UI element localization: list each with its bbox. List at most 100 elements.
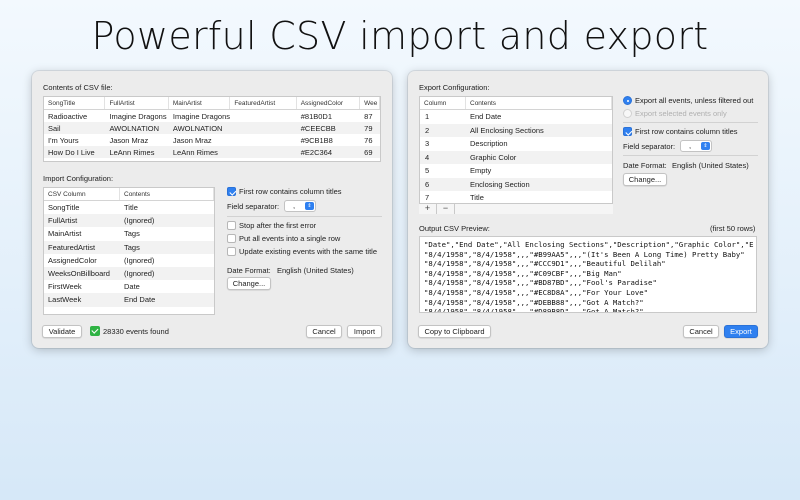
csv-preview-box[interactable]: "Date","End Date","All Enclosing Section…: [419, 236, 757, 313]
table-cell: #9CB1B8: [300, 136, 333, 145]
contents-mapping[interactable]: (Ignored): [120, 214, 214, 227]
table-cell: LeAnn Rimes: [109, 148, 155, 157]
remove-column-button[interactable]: −: [437, 204, 455, 214]
import-config-label: Import Configuration:: [43, 174, 114, 183]
column-header[interactable]: MainArtist: [169, 97, 231, 109]
column-contents: Graphic Color: [470, 152, 517, 162]
export-columns-header: Column Contents: [420, 97, 612, 110]
csv-contents-header: SongTitle FullArtist MainArtist FeaturedArt…: [44, 97, 380, 110]
mapping-header: CSV Column Contents: [44, 188, 214, 201]
preview-line: "8/4/1958","8/4/1958",,,"#EC8D8A",,,"For…: [424, 287, 649, 297]
stop-after-error-checkbox[interactable]: [227, 221, 236, 230]
cancel-button[interactable]: Cancel: [683, 325, 719, 338]
contents-mapping[interactable]: End Date: [120, 293, 214, 306]
export-columns-table[interactable]: Column Contents 1 End Date 2 All Enclosing S…: [419, 96, 613, 214]
csv-column-name: FirstWeek: [48, 282, 82, 292]
column-header[interactable]: FullArtist: [105, 97, 169, 109]
table-cell: #81B0D1: [300, 112, 333, 121]
column-header[interactable]: AssignedColor: [297, 97, 361, 109]
csv-contents-body: Radioactive Imagine Dragons Imagine Dragon…: [44, 110, 380, 158]
column-contents: Description: [470, 139, 508, 148]
preview-line: "8/4/1958","8/4/1958",,,"#B99AA5",,,"(It…: [424, 249, 745, 259]
field-separator-label: Field separator:: [227, 202, 280, 211]
update-existing-label: Update existing events with the same tit…: [239, 247, 377, 256]
table-cell: 87: [364, 112, 373, 121]
contents-mapping[interactable]: Tags: [120, 227, 214, 240]
column-header[interactable]: SongTitle: [44, 97, 106, 109]
export-panel: Export Configuration: Column Contents 1 En…: [408, 71, 768, 348]
column-mapping-table[interactable]: CSV Column Contents SongTitle Title FullArt…: [43, 187, 215, 315]
import-panel: Contents of CSV file: SongTitle FullArtis…: [32, 71, 392, 348]
export-column-row[interactable]: 1 End Date: [420, 110, 612, 124]
date-format-label: Date Format:: [227, 266, 271, 275]
field-separator-popup[interactable]: , ⇕: [284, 200, 316, 212]
contents-mapping[interactable]: Title: [120, 201, 214, 214]
contents-mapping[interactable]: (Ignored): [120, 267, 214, 280]
csv-contents-table[interactable]: SongTitle FullArtist MainArtist FeaturedArt…: [43, 96, 381, 162]
csv-column-name: MainArtist: [48, 229, 82, 239]
export-column-row[interactable]: 4 Graphic Color: [420, 150, 612, 164]
contents-mapping[interactable]: (Ignored): [120, 254, 214, 267]
table-row[interactable]: Sail AWOLNATION AWOLNATION #CEECBB 79: [44, 122, 380, 134]
export-column-row[interactable]: 6 Enclosing Section: [420, 177, 612, 191]
first-row-titles-label: First row contains column titles: [635, 127, 738, 136]
mapping-row[interactable]: SongTitle Title: [44, 201, 214, 214]
preview-line: "8/4/1958","8/4/1958",,,"#C09CBF",,,"Big…: [424, 268, 622, 278]
events-found-status: 28330 events found: [103, 327, 169, 336]
validate-button[interactable]: Validate: [42, 325, 82, 338]
table-row[interactable]: How Do I Live LeAnn Rimes LeAnn Rimes #E2C3…: [44, 146, 380, 158]
copy-to-clipboard-button[interactable]: Copy to Clipboard: [418, 325, 491, 338]
table-cell: 76: [364, 136, 373, 145]
export-selected-radio[interactable]: [623, 109, 632, 118]
first-row-titles-checkbox[interactable]: [623, 127, 632, 136]
csv-column-name: WeeksOnBillboard: [48, 268, 110, 278]
mapping-row[interactable]: MainArtist Tags: [44, 227, 214, 240]
change-date-format-button[interactable]: Change...: [623, 173, 667, 186]
table-cell: 69: [364, 148, 373, 157]
column-number: 4: [425, 152, 430, 162]
mapping-row[interactable]: FirstWeek Date: [44, 280, 214, 293]
table-cell: How Do I Live: [48, 148, 95, 157]
contents-mapping[interactable]: Tags: [120, 241, 214, 254]
first-row-titles-label: First row contains column titles: [239, 187, 342, 196]
table-cell: Sail: [48, 124, 61, 133]
import-button[interactable]: Import: [347, 325, 382, 338]
table-cell: [230, 146, 296, 158]
cancel-button[interactable]: Cancel: [306, 325, 342, 338]
export-column-row[interactable]: 5 Empty: [420, 164, 612, 178]
table-cell: AWOLNATION: [109, 124, 160, 133]
add-column-button[interactable]: +: [419, 204, 437, 214]
change-date-format-button[interactable]: Change...: [227, 277, 271, 290]
add-remove-bar: + −: [419, 203, 613, 214]
mapping-row[interactable]: AssignedColor (Ignored): [44, 254, 214, 267]
column-contents: All Enclosing Sections: [470, 125, 544, 135]
export-column-row[interactable]: 2 All Enclosing Sections: [420, 123, 612, 137]
first-row-titles-checkbox[interactable]: [227, 187, 236, 196]
divider: [227, 216, 382, 217]
contents-mapping[interactable]: Date: [120, 280, 214, 293]
export-column-row[interactable]: 3 Description: [420, 137, 612, 151]
export-all-radio[interactable]: [623, 96, 632, 105]
export-button[interactable]: Export: [724, 325, 758, 338]
mapping-row[interactable]: FeaturedArtist Tags: [44, 240, 214, 254]
export-config-label: Export Configuration:: [419, 83, 490, 92]
stop-after-error-label: Stop after the first error: [239, 221, 317, 230]
mapping-row[interactable]: WeeksOnBillboard (Ignored): [44, 266, 214, 281]
mapping-row[interactable]: FullArtist (Ignored): [44, 214, 214, 228]
table-row[interactable]: I'm Yours Jason Mraz Jason Mraz #9CB1B8 76: [44, 134, 380, 146]
table-cell: I'm Yours: [48, 136, 79, 145]
field-separator-label: Field separator:: [623, 142, 676, 151]
field-separator-value: ,: [689, 141, 692, 150]
mapping-body: SongTitle Title FullArtist (Ignored) MainArt…: [44, 201, 214, 307]
column-header[interactable]: FeaturedArtist: [230, 97, 297, 109]
table-cell: #CEECBB: [300, 124, 336, 133]
update-existing-checkbox[interactable]: [227, 247, 236, 256]
single-row-checkbox[interactable]: [227, 234, 236, 243]
success-check-icon: [90, 326, 100, 336]
mapping-row[interactable]: LastWeek End Date: [44, 293, 214, 307]
field-separator-popup[interactable]: , ⇕: [680, 140, 712, 152]
column-header[interactable]: Wee: [360, 97, 380, 109]
column-number: 6: [425, 179, 430, 189]
table-cell: #E2C364: [300, 148, 333, 157]
table-row[interactable]: Radioactive Imagine Dragons Imagine Dragon…: [44, 110, 380, 122]
